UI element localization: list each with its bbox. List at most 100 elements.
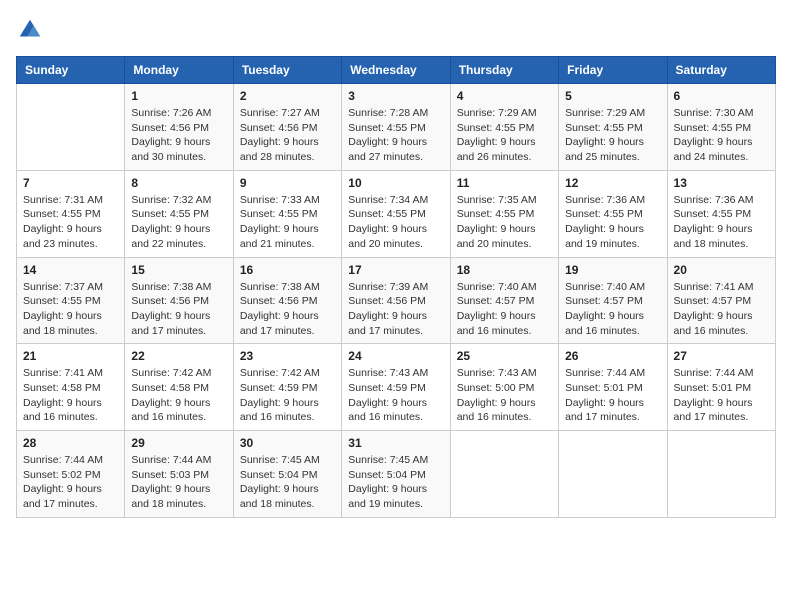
calendar-cell: 9 Sunrise: 7:33 AM Sunset: 4:55 PM Daylig… <box>233 170 341 257</box>
day-info: Sunrise: 7:40 AM Sunset: 4:57 PM Dayligh… <box>457 280 552 339</box>
day-number: 6 <box>674 89 769 103</box>
calendar-body: 1 Sunrise: 7:26 AM Sunset: 4:56 PM Daylig… <box>17 84 776 518</box>
calendar-cell: 25 Sunrise: 7:43 AM Sunset: 5:00 PM Dayli… <box>450 344 558 431</box>
calendar-cell: 6 Sunrise: 7:30 AM Sunset: 4:55 PM Daylig… <box>667 84 775 171</box>
day-number: 1 <box>131 89 226 103</box>
day-info: Sunrise: 7:38 AM Sunset: 4:56 PM Dayligh… <box>240 280 335 339</box>
day-info: Sunrise: 7:40 AM Sunset: 4:57 PM Dayligh… <box>565 280 660 339</box>
day-number: 10 <box>348 176 443 190</box>
day-number: 28 <box>23 436 118 450</box>
day-info: Sunrise: 7:45 AM Sunset: 5:04 PM Dayligh… <box>348 453 443 512</box>
calendar-cell: 29Sunrise: 7:44 AM Sunset: 5:03 PM Dayli… <box>125 431 233 518</box>
calendar-cell: 13 Sunrise: 7:36 AM Sunset: 4:55 PM Dayli… <box>667 170 775 257</box>
weekday-header: Monday <box>125 57 233 84</box>
day-info: Sunrise: 7:43 AM Sunset: 4:59 PM Dayligh… <box>348 366 443 425</box>
day-number: 13 <box>674 176 769 190</box>
day-number: 18 <box>457 263 552 277</box>
day-number: 27 <box>674 349 769 363</box>
day-number: 5 <box>565 89 660 103</box>
day-number: 11 <box>457 176 552 190</box>
calendar-cell: 20Sunrise: 7:41 AM Sunset: 4:57 PM Dayli… <box>667 257 775 344</box>
day-number: 20 <box>674 263 769 277</box>
calendar-cell: 26 Sunrise: 7:44 AM Sunset: 5:01 PM Dayli… <box>559 344 667 431</box>
day-info: Sunrise: 7:42 AM Sunset: 4:58 PM Dayligh… <box>131 366 226 425</box>
calendar-cell <box>17 84 125 171</box>
calendar-cell: 27Sunrise: 7:44 AM Sunset: 5:01 PM Dayli… <box>667 344 775 431</box>
day-number: 22 <box>131 349 226 363</box>
calendar-week-row: 28 Sunrise: 7:44 AM Sunset: 5:02 PM Dayli… <box>17 431 776 518</box>
day-info: Sunrise: 7:26 AM Sunset: 4:56 PM Dayligh… <box>131 106 226 165</box>
calendar-cell: 5 Sunrise: 7:29 AM Sunset: 4:55 PM Daylig… <box>559 84 667 171</box>
page-header <box>16 16 776 44</box>
day-info: Sunrise: 7:41 AM Sunset: 4:58 PM Dayligh… <box>23 366 118 425</box>
day-info: Sunrise: 7:37 AM Sunset: 4:55 PM Dayligh… <box>23 280 118 339</box>
weekday-header: Wednesday <box>342 57 450 84</box>
day-number: 7 <box>23 176 118 190</box>
calendar-week-row: 7 Sunrise: 7:31 AM Sunset: 4:55 PM Daylig… <box>17 170 776 257</box>
logo <box>16 16 48 44</box>
day-number: 16 <box>240 263 335 277</box>
day-info: Sunrise: 7:43 AM Sunset: 5:00 PM Dayligh… <box>457 366 552 425</box>
calendar-header: SundayMondayTuesdayWednesdayThursdayFrid… <box>17 57 776 84</box>
day-number: 4 <box>457 89 552 103</box>
calendar-cell <box>667 431 775 518</box>
calendar-cell: 30 Sunrise: 7:45 AM Sunset: 5:04 PM Dayli… <box>233 431 341 518</box>
calendar-cell <box>559 431 667 518</box>
calendar-cell: 18 Sunrise: 7:40 AM Sunset: 4:57 PM Dayli… <box>450 257 558 344</box>
day-info: Sunrise: 7:33 AM Sunset: 4:55 PM Dayligh… <box>240 193 335 252</box>
day-info: Sunrise: 7:34 AM Sunset: 4:55 PM Dayligh… <box>348 193 443 252</box>
day-info: Sunrise: 7:27 AM Sunset: 4:56 PM Dayligh… <box>240 106 335 165</box>
day-number: 29 <box>131 436 226 450</box>
day-number: 15 <box>131 263 226 277</box>
day-info: Sunrise: 7:42 AM Sunset: 4:59 PM Dayligh… <box>240 366 335 425</box>
day-info: Sunrise: 7:29 AM Sunset: 4:55 PM Dayligh… <box>565 106 660 165</box>
day-number: 12 <box>565 176 660 190</box>
calendar-cell: 7 Sunrise: 7:31 AM Sunset: 4:55 PM Daylig… <box>17 170 125 257</box>
day-info: Sunrise: 7:44 AM Sunset: 5:02 PM Dayligh… <box>23 453 118 512</box>
calendar-cell: 22 Sunrise: 7:42 AM Sunset: 4:58 PM Dayli… <box>125 344 233 431</box>
calendar-cell: 16 Sunrise: 7:38 AM Sunset: 4:56 PM Dayli… <box>233 257 341 344</box>
day-number: 19 <box>565 263 660 277</box>
day-info: Sunrise: 7:44 AM Sunset: 5:01 PM Dayligh… <box>565 366 660 425</box>
day-info: Sunrise: 7:29 AM Sunset: 4:55 PM Dayligh… <box>457 106 552 165</box>
calendar-cell: 12 Sunrise: 7:36 AM Sunset: 4:55 PM Dayli… <box>559 170 667 257</box>
day-info: Sunrise: 7:45 AM Sunset: 5:04 PM Dayligh… <box>240 453 335 512</box>
calendar-cell: 2 Sunrise: 7:27 AM Sunset: 4:56 PM Daylig… <box>233 84 341 171</box>
day-number: 9 <box>240 176 335 190</box>
day-number: 30 <box>240 436 335 450</box>
day-info: Sunrise: 7:30 AM Sunset: 4:55 PM Dayligh… <box>674 106 769 165</box>
day-info: Sunrise: 7:32 AM Sunset: 4:55 PM Dayligh… <box>131 193 226 252</box>
logo-icon <box>16 16 44 44</box>
calendar-cell: 24Sunrise: 7:43 AM Sunset: 4:59 PM Dayli… <box>342 344 450 431</box>
day-number: 23 <box>240 349 335 363</box>
calendar-week-row: 14Sunrise: 7:37 AM Sunset: 4:55 PM Dayli… <box>17 257 776 344</box>
calendar-cell: 21Sunrise: 7:41 AM Sunset: 4:58 PM Dayli… <box>17 344 125 431</box>
weekday-header: Sunday <box>17 57 125 84</box>
calendar-cell: 31 Sunrise: 7:45 AM Sunset: 5:04 PM Dayli… <box>342 431 450 518</box>
day-number: 26 <box>565 349 660 363</box>
day-info: Sunrise: 7:35 AM Sunset: 4:55 PM Dayligh… <box>457 193 552 252</box>
day-number: 31 <box>348 436 443 450</box>
day-info: Sunrise: 7:31 AM Sunset: 4:55 PM Dayligh… <box>23 193 118 252</box>
day-number: 3 <box>348 89 443 103</box>
day-info: Sunrise: 7:39 AM Sunset: 4:56 PM Dayligh… <box>348 280 443 339</box>
calendar-cell: 10 Sunrise: 7:34 AM Sunset: 4:55 PM Dayli… <box>342 170 450 257</box>
weekday-row: SundayMondayTuesdayWednesdayThursdayFrid… <box>17 57 776 84</box>
day-info: Sunrise: 7:38 AM Sunset: 4:56 PM Dayligh… <box>131 280 226 339</box>
calendar-cell: 14Sunrise: 7:37 AM Sunset: 4:55 PM Dayli… <box>17 257 125 344</box>
calendar-cell: 3Sunrise: 7:28 AM Sunset: 4:55 PM Daylig… <box>342 84 450 171</box>
calendar-cell: 23 Sunrise: 7:42 AM Sunset: 4:59 PM Dayli… <box>233 344 341 431</box>
weekday-header: Friday <box>559 57 667 84</box>
calendar-cell: 15 Sunrise: 7:38 AM Sunset: 4:56 PM Dayli… <box>125 257 233 344</box>
weekday-header: Tuesday <box>233 57 341 84</box>
calendar-cell: 4 Sunrise: 7:29 AM Sunset: 4:55 PM Daylig… <box>450 84 558 171</box>
calendar-cell: 8 Sunrise: 7:32 AM Sunset: 4:55 PM Daylig… <box>125 170 233 257</box>
day-info: Sunrise: 7:36 AM Sunset: 4:55 PM Dayligh… <box>565 193 660 252</box>
day-number: 2 <box>240 89 335 103</box>
weekday-header: Thursday <box>450 57 558 84</box>
calendar-cell: 28 Sunrise: 7:44 AM Sunset: 5:02 PM Dayli… <box>17 431 125 518</box>
day-info: Sunrise: 7:36 AM Sunset: 4:55 PM Dayligh… <box>674 193 769 252</box>
weekday-header: Saturday <box>667 57 775 84</box>
day-number: 25 <box>457 349 552 363</box>
day-number: 8 <box>131 176 226 190</box>
